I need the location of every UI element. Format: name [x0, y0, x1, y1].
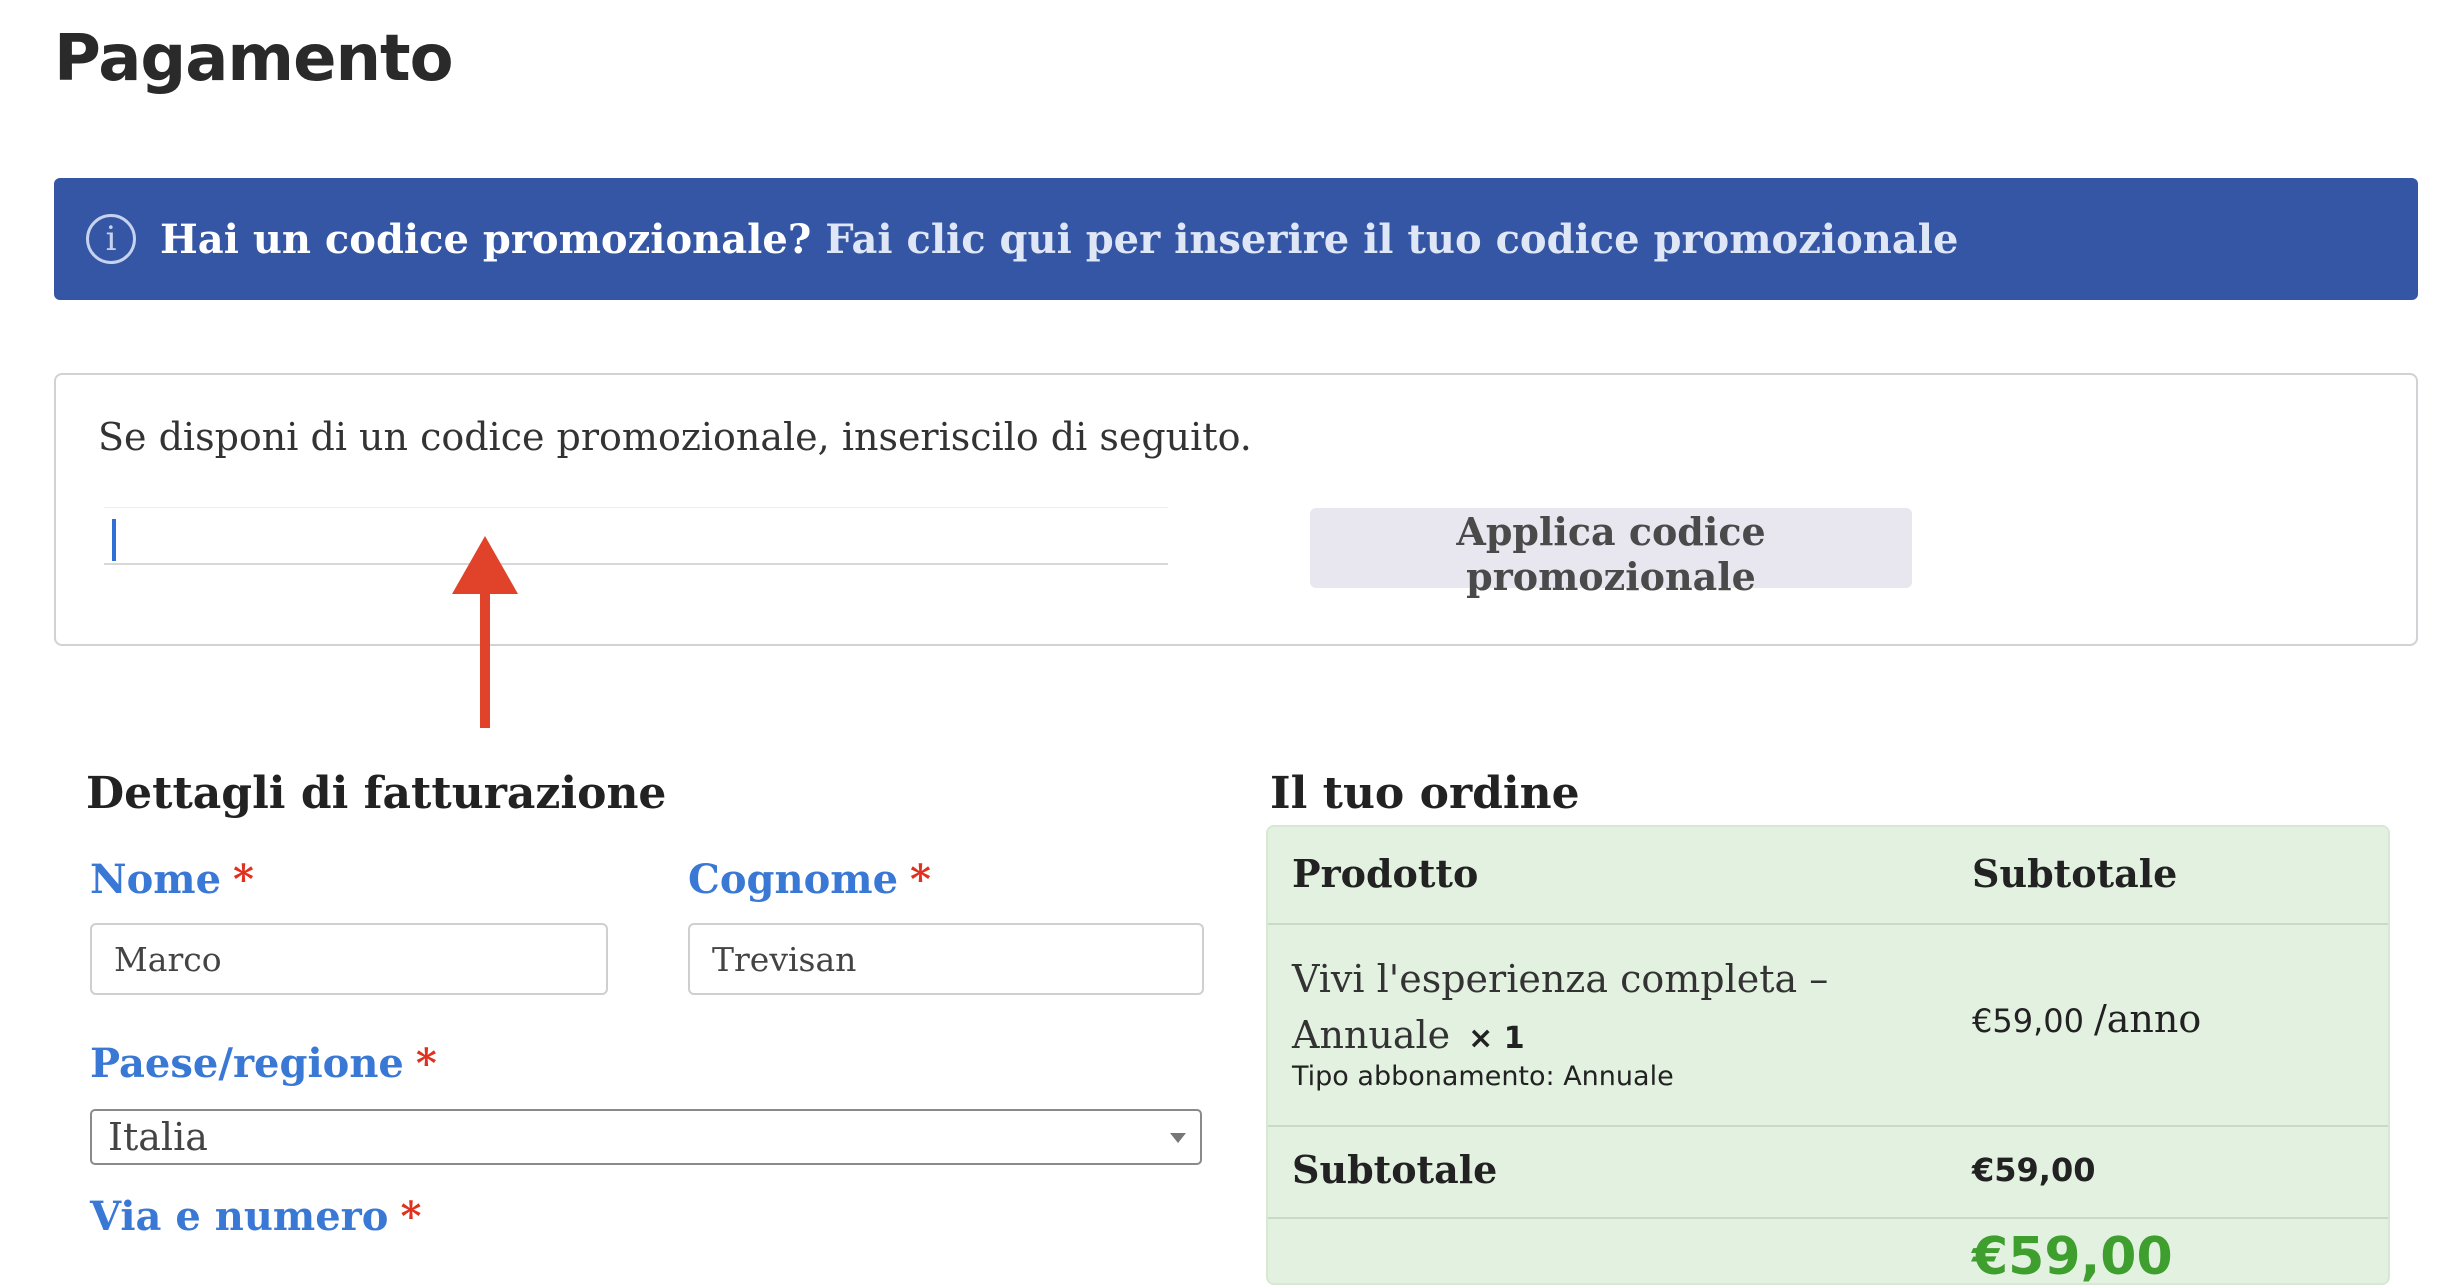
required-marker: * [910, 856, 931, 903]
order-heading: Il tuo ordine [1270, 768, 1580, 819]
country-label: Paese/regione * [90, 1040, 437, 1087]
order-item-row: Vivi l'esperienza completa – Annuale × 1 … [1268, 923, 2388, 1127]
first-name-label-text: Nome [90, 856, 222, 903]
promo-description: Se disponi di un codice promozionale, in… [98, 415, 1252, 459]
promo-notice-banner: i Hai un codice promozionale? Fai clic q… [54, 178, 2418, 300]
country-label-text: Paese/regione [90, 1040, 404, 1087]
required-marker: * [415, 1040, 437, 1087]
product-name-text: Vivi l'esperienza completa – Annuale [1292, 957, 1829, 1057]
text-cursor [112, 519, 116, 561]
last-name-label: Cognome * [688, 856, 931, 903]
product-name: Vivi l'esperienza completa – Annuale × 1 [1292, 951, 1892, 1067]
last-name-input[interactable] [688, 923, 1204, 995]
order-summary: Prodotto Subtotale Vivi l'esperienza com… [1266, 825, 2390, 1287]
product-price: €59,00/anno [1972, 997, 2201, 1041]
total-row: €59,00 [1268, 1217, 2388, 1287]
street-label: Via e numero * [90, 1193, 421, 1240]
promo-notice-question: Hai un codice promozionale? [160, 215, 812, 263]
subtotal-row: Subtotale €59,00 [1268, 1125, 2388, 1219]
billing-heading: Dettagli di fatturazione [86, 768, 667, 819]
required-marker: * [400, 1193, 422, 1240]
column-product: Prodotto [1292, 851, 1479, 896]
product-meta: Tipo abbonamento: Annuale [1292, 1061, 1674, 1092]
chevron-down-icon [1170, 1133, 1186, 1143]
country-select-value: Italia [108, 1115, 208, 1159]
column-subtotal: Subtotale [1972, 851, 2178, 896]
required-marker: * [233, 856, 254, 903]
annotation-arrow-icon [452, 536, 518, 728]
last-name-label-text: Cognome [688, 856, 899, 903]
apply-promo-button[interactable]: Applica codice promozionale [1310, 508, 1912, 599]
first-name-label: Nome * [90, 856, 254, 903]
promo-code-form: Se disponi di un codice promozionale, in… [54, 373, 2418, 646]
country-select[interactable]: Italia [90, 1109, 1202, 1165]
page-title: Pagamento [54, 22, 454, 96]
subtotal-label: Subtotale [1292, 1147, 1498, 1192]
promo-notice-link[interactable]: Fai clic qui per inserire il tuo codice … [825, 216, 1958, 263]
total-value: €59,00 [1972, 1227, 2173, 1287]
product-price-suffix: /anno [2093, 997, 2202, 1041]
product-qty: × 1 [1468, 1021, 1525, 1056]
promo-code-input[interactable] [104, 507, 1168, 565]
order-table-header: Prodotto Subtotale [1268, 827, 2388, 925]
street-label-text: Via e numero [90, 1193, 389, 1240]
info-icon: i [86, 214, 136, 264]
subtotal-value: €59,00 [1972, 1151, 2096, 1189]
first-name-input[interactable] [90, 923, 608, 995]
product-price-value: €59,00 [1972, 1002, 2084, 1040]
